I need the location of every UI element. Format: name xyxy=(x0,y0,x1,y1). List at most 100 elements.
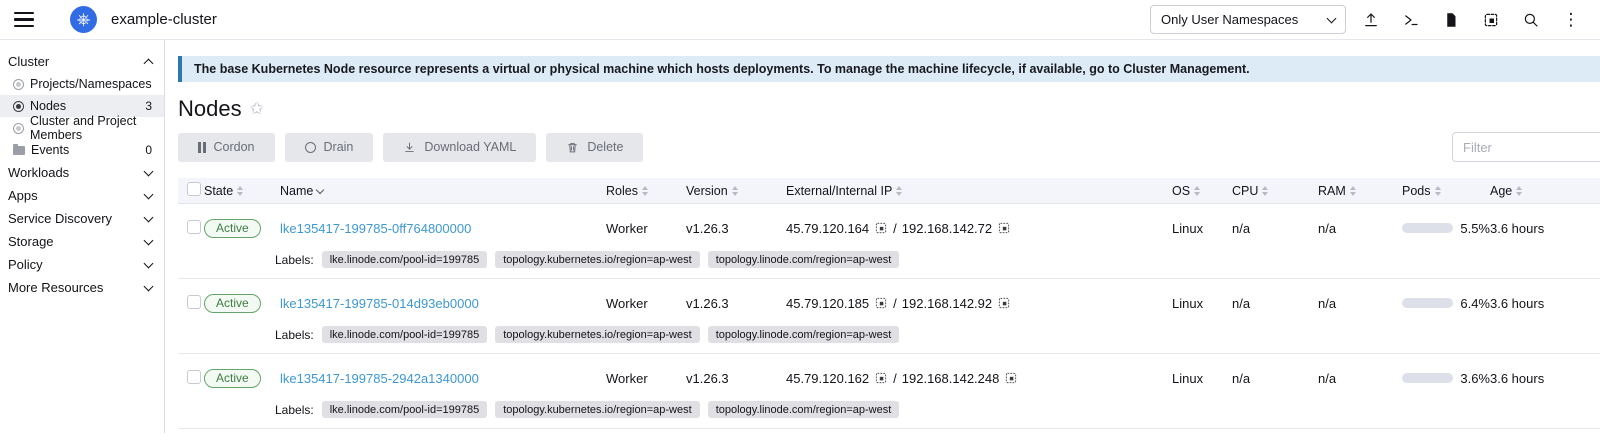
roles-cell: Worker xyxy=(606,221,686,236)
labels-row: Labels: lke.linode.com/pool-id=199785 to… xyxy=(178,394,1600,418)
action-toolbar: Cordon Drain Download YAML Delete xyxy=(178,132,1600,162)
sidebar-group-label: Workloads xyxy=(8,165,69,180)
sidebar: Cluster Projects/Namespaces Nodes 3 Clus… xyxy=(0,40,165,433)
drain-button[interactable]: Drain xyxy=(285,133,374,162)
node-name-link[interactable]: lke135417-199785-0ff764800000 xyxy=(280,221,471,236)
sidebar-group-more-resources[interactable]: More Resources xyxy=(0,276,164,299)
copy-config-icon[interactable] xyxy=(1476,5,1506,35)
copy-icon[interactable] xyxy=(1004,371,1018,385)
sidebar-group-label: Apps xyxy=(8,188,38,203)
import-yaml-icon[interactable] xyxy=(1356,5,1386,35)
node-name-link[interactable]: lke135417-199785-014d93eb0000 xyxy=(280,296,479,311)
column-header-roles[interactable]: Roles xyxy=(606,184,686,198)
nodes-table: State Name Roles Version External/Intern… xyxy=(178,178,1600,429)
ip-cell: 45.79.120.185 / 192.168.142.92 xyxy=(786,296,1172,311)
external-ip: 45.79.120.164 xyxy=(786,221,869,236)
chevron-up-icon xyxy=(144,58,154,68)
folder-icon xyxy=(13,146,25,155)
ip-cell: 45.79.120.164 / 192.168.142.72 xyxy=(786,221,1172,236)
top-header: ⎈ example-cluster Only User Namespaces ⋮ xyxy=(0,0,1600,40)
sidebar-group-cluster[interactable]: Cluster xyxy=(0,50,164,73)
status-badge: Active xyxy=(204,369,261,388)
sidebar-group-label: Storage xyxy=(8,234,54,249)
os-cell: Linux xyxy=(1172,371,1232,386)
sidebar-item-projects-namespaces[interactable]: Projects/Namespaces xyxy=(0,73,164,95)
column-header-version[interactable]: Version xyxy=(686,184,786,198)
sidebar-group-label: Policy xyxy=(8,257,43,272)
sidebar-item-label: Projects/Namespaces xyxy=(30,77,152,91)
sidebar-item-cluster-members[interactable]: Cluster and Project Members xyxy=(0,117,164,139)
column-header-cpu[interactable]: CPU xyxy=(1232,184,1318,198)
copy-icon[interactable] xyxy=(997,221,1011,235)
ip-separator: / xyxy=(893,296,897,311)
search-icon[interactable] xyxy=(1516,5,1546,35)
pods-percent: 6.4% xyxy=(1460,296,1490,311)
column-header-os[interactable]: OS xyxy=(1172,184,1232,198)
download-yaml-button[interactable]: Download YAML xyxy=(383,133,536,162)
namespace-filter-value: Only User Namespaces xyxy=(1161,12,1298,27)
copy-icon[interactable] xyxy=(874,371,888,385)
chevron-down-icon xyxy=(144,189,154,199)
pause-icon xyxy=(198,142,206,153)
sidebar-group-service-discovery[interactable]: Service Discovery xyxy=(0,207,164,230)
sidebar-group-storage[interactable]: Storage xyxy=(0,230,164,253)
drain-icon xyxy=(305,142,316,153)
favorite-star-icon[interactable]: ✩ xyxy=(250,99,264,119)
pods-cell: 5.5% xyxy=(1402,221,1490,236)
copy-icon[interactable] xyxy=(874,221,888,235)
external-ip: 45.79.120.162 xyxy=(786,371,869,386)
column-header-pods[interactable]: Pods xyxy=(1402,184,1490,198)
labels-row: Labels: lke.linode.com/pool-id=199785 to… xyxy=(178,244,1600,268)
external-ip: 45.79.120.185 xyxy=(786,296,869,311)
label-chip: lke.linode.com/pool-id=199785 xyxy=(322,326,488,343)
column-header-ram[interactable]: RAM xyxy=(1318,184,1402,198)
sidebar-group-policy[interactable]: Policy xyxy=(0,253,164,276)
row-checkbox[interactable] xyxy=(187,370,201,384)
ip-separator: / xyxy=(893,371,897,386)
chevron-down-icon xyxy=(144,281,154,291)
info-banner: The base Kubernetes Node resource repres… xyxy=(178,56,1600,82)
filter-input[interactable] xyxy=(1452,132,1600,162)
column-header-age[interactable]: Age xyxy=(1490,184,1600,198)
node-name-link[interactable]: lke135417-199785-2942a1340000 xyxy=(280,371,479,386)
sidebar-group-label: Service Discovery xyxy=(8,211,112,226)
delete-button[interactable]: Delete xyxy=(546,133,643,162)
copy-icon[interactable] xyxy=(874,296,888,310)
kubectl-shell-icon[interactable] xyxy=(1396,5,1426,35)
hamburger-menu-icon[interactable] xyxy=(14,12,34,28)
table-header-row: State Name Roles Version External/Intern… xyxy=(178,178,1600,204)
row-checkbox[interactable] xyxy=(187,295,201,309)
pods-cell: 3.6% xyxy=(1402,371,1490,386)
kebab-menu-icon[interactable]: ⋮ xyxy=(1556,5,1586,35)
internal-ip: 192.168.142.248 xyxy=(902,371,1000,386)
age-cell: 3.6 hours xyxy=(1490,296,1600,311)
sidebar-group-workloads[interactable]: Workloads xyxy=(0,161,164,184)
cpu-cell: n/a xyxy=(1232,221,1318,236)
internal-ip: 192.168.142.92 xyxy=(902,296,992,311)
column-header-name[interactable]: Name xyxy=(280,184,606,198)
table-row: Active lke135417-199785-0ff764800000 Wor… xyxy=(178,204,1600,279)
internal-ip: 192.168.142.72 xyxy=(902,221,992,236)
select-all-checkbox[interactable] xyxy=(187,182,201,196)
cordon-button[interactable]: Cordon xyxy=(178,133,275,162)
label-chip: topology.kubernetes.io/region=ap-west xyxy=(495,401,699,418)
ram-cell: n/a xyxy=(1318,371,1402,386)
pods-progress-bar xyxy=(1402,373,1453,383)
version-cell: v1.26.3 xyxy=(686,221,786,236)
status-badge: Active xyxy=(204,294,261,313)
kubernetes-logo-icon[interactable]: ⎈ xyxy=(70,6,97,33)
age-cell: 3.6 hours xyxy=(1490,221,1600,236)
copy-icon[interactable] xyxy=(997,296,1011,310)
sort-icon xyxy=(642,186,648,196)
namespace-filter-select[interactable]: Only User Namespaces xyxy=(1150,5,1346,34)
sidebar-item-events[interactable]: Events 0 xyxy=(0,139,164,161)
file-icon[interactable] xyxy=(1436,5,1466,35)
row-checkbox[interactable] xyxy=(187,220,201,234)
pods-percent: 5.5% xyxy=(1460,221,1490,236)
column-header-state[interactable]: State xyxy=(204,184,280,198)
sidebar-group-apps[interactable]: Apps xyxy=(0,184,164,207)
table-row: Active lke135417-199785-014d93eb0000 Wor… xyxy=(178,279,1600,354)
version-cell: v1.26.3 xyxy=(686,371,786,386)
sort-desc-icon xyxy=(316,185,324,193)
column-header-ip[interactable]: External/Internal IP xyxy=(786,184,1172,198)
